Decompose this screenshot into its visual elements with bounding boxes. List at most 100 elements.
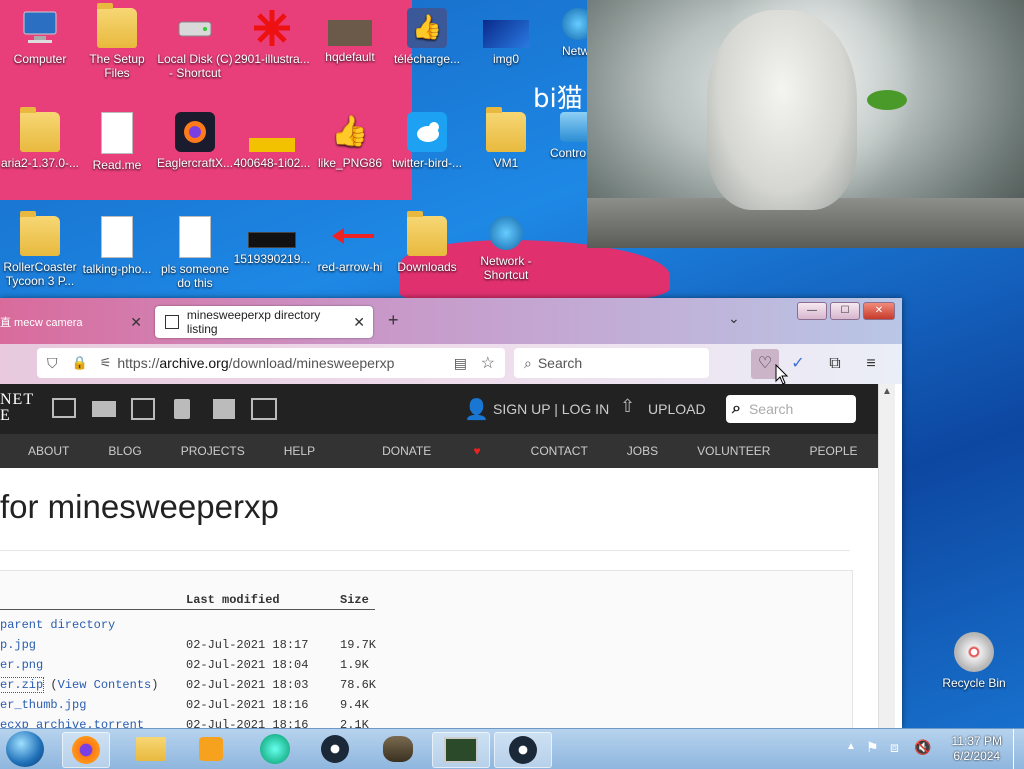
view-contents-link[interactable]: View Contents	[58, 678, 152, 692]
extensions-icon[interactable]: ⧉	[824, 353, 846, 375]
image-icon	[328, 20, 372, 46]
archive-header: NET E 👤 SIGN UP | LOG IN ⇧ UPLOAD ⌕ Sear…	[0, 384, 878, 434]
list-all-tabs-button[interactable]: ⌄	[728, 310, 740, 327]
volume-muted-icon[interactable]: 🔇	[914, 739, 931, 756]
nav-contact[interactable]: CONTACT	[531, 444, 588, 458]
desktop-icon-telecharge[interactable]: 👍 télécharge...	[387, 8, 467, 66]
desktop-icon-pls-someone[interactable]: pls someone do this	[155, 216, 235, 290]
camera-video-feed[interactable]	[587, 0, 1024, 248]
steam-icon	[509, 736, 537, 764]
media-player-icon	[199, 737, 223, 761]
folder-icon	[407, 211, 447, 256]
system-clock[interactable]: 11:37 PM 6/2/2024	[952, 734, 1002, 764]
video-plant	[867, 90, 907, 110]
desktop-icon-computer[interactable]: Computer	[0, 8, 80, 66]
nav-about[interactable]: ABOUT	[28, 444, 69, 458]
taskbar-steam[interactable]	[312, 732, 358, 766]
parent-directory-link[interactable]: parent directory	[0, 618, 115, 632]
desktop-icon-illustration[interactable]: 2901-illustra...	[232, 8, 312, 66]
folder-user-icon	[486, 107, 526, 152]
document-icon	[179, 216, 211, 258]
desktop-icon-red-arrow[interactable]: red-arrow-hi	[310, 216, 390, 274]
tab-minesweeperxp[interactable]: minesweeperxp directory listing ✕	[155, 306, 373, 338]
taskbar-steam-2[interactable]	[494, 732, 552, 768]
table-row: er.png 02-Jul-2021 18:04 1.9K	[0, 658, 369, 672]
desktop-icon-setup-files[interactable]: The Setup Files	[77, 3, 157, 80]
desktop-icon-img0[interactable]: img0	[466, 8, 546, 66]
desktop-icon-network[interactable]: Netw...	[544, 8, 588, 58]
desktop-icon-local-disk[interactable]: Local Disk (C) - Shortcut	[155, 8, 235, 80]
desktop-icon-like-png[interactable]: 👍 like_PNG86	[310, 112, 390, 170]
taskbar-firefox[interactable]	[62, 732, 110, 768]
network-status-icon[interactable]: ⧈	[890, 739, 899, 756]
firefox-icon	[72, 736, 100, 764]
archive-search-input[interactable]: ⌕ Search	[726, 395, 856, 423]
scroll-up-arrow-icon[interactable]: ▲	[879, 386, 895, 397]
search-icon: ⌕	[524, 354, 532, 371]
taskbar: ▲ ⚑ ⧈ 🔇 11:37 PM 6/2/2024	[0, 728, 1024, 769]
upload-icon[interactable]: ⇧	[620, 396, 635, 417]
nav-projects[interactable]: PROJECTS	[181, 444, 245, 458]
nav-volunteer[interactable]: VOLUNTEER	[697, 444, 770, 458]
browser-search-input[interactable]: ⌕ Search	[514, 348, 709, 378]
taskbar-gimp[interactable]	[375, 732, 421, 766]
action-center-flag-icon[interactable]: ⚑	[866, 739, 879, 756]
table-row: er.zip (View Contents) 02-Jul-2021 18:03…	[0, 677, 377, 693]
desktop-icon-hqdefault[interactable]: hqdefault	[310, 8, 390, 64]
monitor-icon	[444, 737, 478, 763]
nav-people[interactable]: PEOPLE	[809, 444, 857, 458]
nav-blog[interactable]: BLOG	[108, 444, 141, 458]
desktop-icon-readme[interactable]: Read.me	[77, 112, 157, 172]
close-tab-icon[interactable]: ✕	[353, 314, 365, 331]
desktop-icon-recycle-bin[interactable]: Recycle Bin	[934, 632, 1014, 690]
desktop-icon-control-panel[interactable]: Contro...	[544, 112, 588, 160]
reader-view-icon[interactable]: ▤	[454, 355, 467, 372]
close-tab-icon[interactable]: ✕	[130, 314, 142, 331]
desktop-icon-talking-photo[interactable]: talking-pho...	[77, 216, 157, 276]
image-icon	[248, 232, 296, 248]
bookmark-star-icon[interactable]: ☆	[481, 353, 495, 373]
close-window-button[interactable]: ✕	[863, 302, 895, 320]
menu-icon[interactable]: ≡	[860, 353, 882, 375]
archive-logo[interactable]: NET E	[0, 392, 34, 424]
desktop-icon-rollercoaster[interactable]: RollerCoaster Tycoon 3 P...	[0, 211, 80, 288]
shield-icon[interactable]: ⛉	[47, 355, 58, 372]
taskbar-camera-app[interactable]	[432, 732, 490, 768]
start-button[interactable]	[6, 731, 44, 767]
minimize-button[interactable]: —	[797, 302, 827, 320]
lock-icon[interactable]: 🔒	[72, 355, 88, 371]
mouse-cursor-icon	[775, 364, 789, 385]
signup-login-link[interactable]: SIGN UP | LOG IN	[493, 401, 609, 417]
desktop-icon-vm1[interactable]: VM1	[466, 107, 546, 170]
address-bar[interactable]: ⛉ 🔒 ⚟ https://archive.org/download/mines…	[37, 348, 505, 378]
divider	[0, 550, 850, 551]
upload-link[interactable]: UPLOAD	[648, 401, 706, 417]
nav-help[interactable]: HELP	[284, 444, 315, 458]
show-hidden-icons-button[interactable]: ▲	[846, 741, 856, 752]
taskbar-app-green[interactable]	[252, 732, 298, 766]
user-icon[interactable]: 👤	[464, 397, 489, 422]
control-panel-icon	[560, 112, 588, 142]
show-desktop-button[interactable]	[1013, 729, 1024, 769]
taskbar-media-player[interactable]	[188, 732, 234, 766]
listing-header-size: Size	[340, 593, 369, 607]
maximize-button[interactable]: ☐	[830, 302, 860, 320]
desktop-icon-1519390219[interactable]: 1519390219...	[232, 216, 312, 266]
desktop-icon-aria2[interactable]: aria2-1.37.0-...	[0, 107, 80, 170]
permissions-icon[interactable]: ⚟	[100, 355, 112, 371]
desktop-icon-network-shortcut[interactable]: Network - Shortcut	[466, 216, 546, 282]
tab-camera[interactable]: 直 mecw camera ✕	[0, 306, 150, 338]
desktop-icon-400648[interactable]: 400648-1i02...	[232, 112, 312, 170]
desktop-icon-twitter-bird[interactable]: twitter-bird-...	[387, 112, 467, 170]
desktop-icon-downloads[interactable]: Downloads	[387, 211, 467, 274]
checkmark-extension-icon[interactable]: ✓	[787, 353, 809, 375]
listing-header-modified: Last modified	[186, 593, 280, 607]
taskbar-explorer[interactable]	[128, 732, 174, 766]
new-tab-button[interactable]: +	[388, 310, 399, 331]
nav-donate[interactable]: DONATE ♥	[354, 444, 492, 458]
folder-icon	[20, 107, 60, 152]
archive-nav: ABOUT BLOG PROJECTS HELP DONATE ♥ CONTAC…	[0, 434, 878, 468]
nav-jobs[interactable]: JOBS	[627, 444, 658, 458]
page-scrollbar[interactable]: ▲	[878, 384, 895, 728]
desktop-icon-eaglercraft[interactable]: EaglercraftX...	[155, 112, 235, 170]
